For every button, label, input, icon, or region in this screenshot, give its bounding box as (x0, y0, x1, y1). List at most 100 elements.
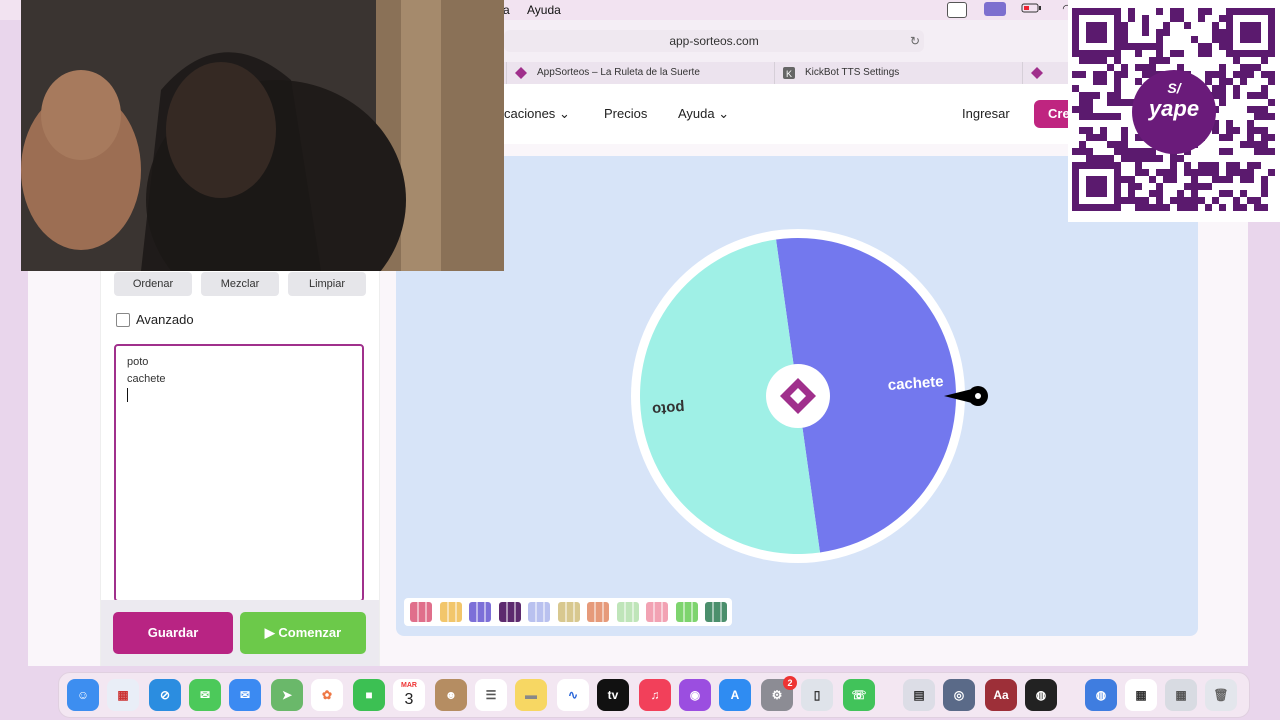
shuffle-button[interactable]: Mezclar (201, 272, 279, 296)
palette-swatch[interactable] (616, 602, 639, 622)
login-link[interactable]: Ingresar (962, 106, 1010, 121)
screen-capture-icon[interactable]: ◎ (943, 679, 975, 711)
palette-swatch[interactable] (469, 602, 491, 622)
iphone-mirroring-icon[interactable]: ▯ (801, 679, 833, 711)
palette-swatch[interactable] (498, 602, 521, 622)
status-icon[interactable] (947, 2, 967, 18)
palette-swatch[interactable] (646, 602, 668, 622)
qr-module (1114, 36, 1121, 43)
qr-module (1072, 169, 1079, 176)
podcasts-icon[interactable]: ◉ (679, 679, 711, 711)
palette-swatch[interactable] (439, 602, 462, 622)
screen-mirroring-icon[interactable] (984, 2, 1006, 16)
qr-module (1226, 162, 1233, 169)
save-button[interactable]: Guardar (113, 612, 233, 654)
contacts-icon[interactable]: ☻ (435, 679, 467, 711)
system-settings-icon[interactable]: ⚙ 2 (761, 676, 797, 711)
qr-module (1086, 155, 1093, 162)
menu-item-help[interactable]: Ayuda (527, 3, 561, 17)
whatsapp-icon[interactable]: ☏ (843, 679, 875, 711)
palette-swatch[interactable] (587, 602, 609, 622)
qr-module (1268, 50, 1275, 57)
qr-module (1086, 50, 1093, 57)
qr-module (1177, 8, 1184, 15)
notes-icon[interactable]: ▬ (515, 679, 547, 711)
appstore-icon[interactable]: A (719, 679, 751, 711)
palette-swatch[interactable] (528, 602, 550, 622)
qr-module (1163, 204, 1170, 211)
safari-icon[interactable]: ⊘ (149, 679, 181, 711)
address-bar[interactable]: app-sorteos.com ↻ (504, 30, 924, 52)
globe-icon[interactable]: ◍ (1085, 679, 1117, 711)
finder-icon[interactable]: ☺ (67, 679, 99, 711)
trash-icon[interactable]: 🗑 (1205, 679, 1237, 711)
tab-appsorteos[interactable]: AppSorteos – La Ruleta de la Suerte (506, 62, 774, 84)
qr-module (1240, 71, 1247, 78)
qr-module (1191, 204, 1198, 211)
nav-precios[interactable]: Precios (604, 106, 647, 121)
start-button[interactable]: ▶ Comenzar (240, 612, 366, 654)
palette-swatch[interactable] (705, 602, 727, 622)
qr-module (1121, 141, 1128, 148)
qr-module (1254, 92, 1261, 99)
qr-module (1247, 22, 1254, 29)
wheel-area: cachete poto (396, 156, 1198, 636)
tab-kickbot[interactable]: K KickBot TTS Settings (774, 62, 1022, 84)
qr-module (1093, 155, 1100, 162)
palette-swatch[interactable] (675, 602, 698, 622)
preview-icon[interactable]: ▤ (903, 679, 935, 711)
qr-module (1247, 64, 1254, 71)
clear-button[interactable]: Limpiar (288, 272, 366, 296)
appletv-icon[interactable]: tv (597, 679, 629, 711)
nav-aplicaciones-label: caciones (504, 106, 556, 121)
calendar-icon[interactable]: MAR 3 (393, 679, 425, 711)
qr-module (1079, 99, 1086, 106)
yape-brand: yape (1148, 96, 1200, 121)
qr-module (1093, 162, 1100, 169)
appletv-label: tv (607, 688, 619, 702)
qr-module (1268, 22, 1275, 29)
menu-item-partial[interactable]: a (503, 3, 510, 17)
photos-icon[interactable]: ✿ (311, 679, 343, 711)
qr-module (1093, 50, 1100, 57)
qr-module (1086, 204, 1093, 211)
mail-icon[interactable]: ✉ (229, 679, 261, 711)
qr-module (1261, 50, 1268, 57)
sort-button[interactable]: Ordenar (114, 272, 192, 296)
qr-module (1100, 57, 1107, 64)
qr-module (1079, 162, 1086, 169)
qr-module (1121, 155, 1128, 162)
qr-module (1114, 176, 1121, 183)
qr-module (1100, 50, 1107, 57)
qr-module (1072, 148, 1079, 155)
qr-module (1254, 162, 1261, 169)
qr-module (1177, 50, 1184, 57)
messages-icon[interactable]: ✉ (189, 679, 221, 711)
nav-ayuda[interactable]: Ayuda ⌄ (678, 106, 729, 122)
reload-icon[interactable]: ↻ (910, 30, 920, 52)
wheel-svg: cachete poto (631, 229, 988, 563)
launchpad-icon[interactable]: ▦ (107, 679, 139, 711)
reminders-icon[interactable]: ☰ (475, 679, 507, 711)
qr-module (1079, 8, 1086, 15)
entries-textarea[interactable]: poto cachete (114, 344, 364, 602)
qr-thumbnail-icon[interactable]: ▦ (1125, 679, 1157, 711)
facetime-icon[interactable]: ■ (353, 679, 385, 711)
yape-currency: S/ (1167, 80, 1181, 96)
qr-module (1086, 29, 1093, 36)
qr-module (1093, 113, 1100, 120)
freeform-icon[interactable]: ∿ (557, 679, 589, 711)
maps-icon[interactable]: ➤ (271, 679, 303, 711)
obs-icon[interactable]: ◍ (1025, 679, 1057, 711)
palette-swatch[interactable] (410, 602, 432, 622)
palette-swatch[interactable] (557, 602, 580, 622)
advanced-checkbox[interactable] (116, 313, 130, 327)
downloads-icon[interactable]: ▦ (1165, 679, 1197, 711)
dictionary-icon[interactable]: Aa (985, 679, 1017, 711)
nav-aplicaciones[interactable]: caciones ⌄ (504, 106, 570, 122)
entry-line: cachete (127, 373, 166, 385)
qr-module (1121, 99, 1128, 106)
qr-module (1219, 29, 1226, 36)
battery-icon[interactable] (1021, 2, 1043, 16)
music-icon[interactable]: ♫ (639, 679, 671, 711)
